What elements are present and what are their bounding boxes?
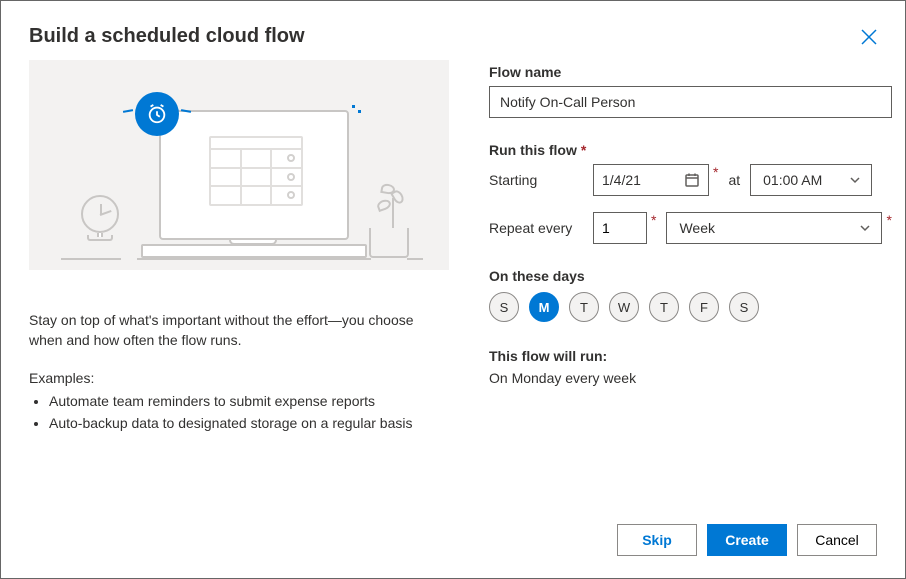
day-selector: S M T W T F S [489, 292, 892, 322]
left-pane: Stay on top of what's important without … [29, 60, 449, 508]
repeat-every-label: Repeat every [489, 220, 583, 236]
examples-list: Automate team reminders to submit expens… [29, 390, 449, 434]
summary-label: This flow will run: [489, 348, 892, 364]
time-value: 01:00 AM [763, 172, 822, 188]
alarm-clock-icon [135, 92, 179, 136]
create-button[interactable]: Create [707, 524, 787, 556]
time-select[interactable]: 01:00 AM [750, 164, 872, 196]
day-pill-sun[interactable]: S [489, 292, 519, 322]
required-marker: * [581, 142, 586, 158]
flow-name-label: Flow name [489, 64, 892, 80]
skip-button[interactable]: Skip [617, 524, 697, 556]
chevron-down-icon [849, 174, 861, 186]
plant-icon [369, 228, 409, 258]
day-pill-thu[interactable]: T [649, 292, 679, 322]
run-this-flow-label: Run this flow [489, 142, 577, 158]
flow-name-input[interactable] [489, 86, 892, 118]
clock-icon [81, 195, 119, 233]
day-pill-fri[interactable]: F [689, 292, 719, 322]
cancel-button[interactable]: Cancel [797, 524, 877, 556]
repeat-count-input[interactable] [593, 212, 647, 244]
chevron-down-icon [859, 222, 871, 234]
day-pill-wed[interactable]: W [609, 292, 639, 322]
day-pill-sat[interactable]: S [729, 292, 759, 322]
starting-label: Starting [489, 172, 583, 188]
summary-text: On Monday every week [489, 370, 892, 386]
dialog-header: Build a scheduled cloud flow [1, 1, 905, 60]
dialog-footer: Skip Create Cancel [1, 508, 905, 578]
on-these-days-label: On these days [489, 268, 892, 284]
day-pill-mon[interactable]: M [529, 292, 559, 322]
required-marker: * [886, 212, 891, 228]
example-item: Auto-backup data to designated storage o… [49, 412, 449, 434]
starting-date-value: 1/4/21 [602, 172, 641, 188]
example-item: Automate team reminders to submit expens… [49, 390, 449, 412]
at-label: at [728, 172, 740, 188]
close-icon[interactable] [861, 29, 877, 45]
required-marker: * [713, 164, 718, 180]
calendar-icon [684, 172, 700, 188]
dialog-title: Build a scheduled cloud flow [29, 25, 305, 48]
repeat-unit-select[interactable]: Week [666, 212, 882, 244]
description-text: Stay on top of what's important without … [29, 310, 449, 350]
examples-label: Examples: [29, 370, 449, 386]
illustration [29, 60, 449, 270]
required-marker: * [651, 212, 656, 228]
repeat-unit-value: Week [679, 220, 715, 236]
form-pane: Flow name Run this flow * Starting 1/4/2… [489, 60, 892, 508]
scheduled-flow-dialog: Build a scheduled cloud flow [0, 0, 906, 579]
day-pill-tue[interactable]: T [569, 292, 599, 322]
starting-date-input[interactable]: 1/4/21 [593, 164, 709, 196]
